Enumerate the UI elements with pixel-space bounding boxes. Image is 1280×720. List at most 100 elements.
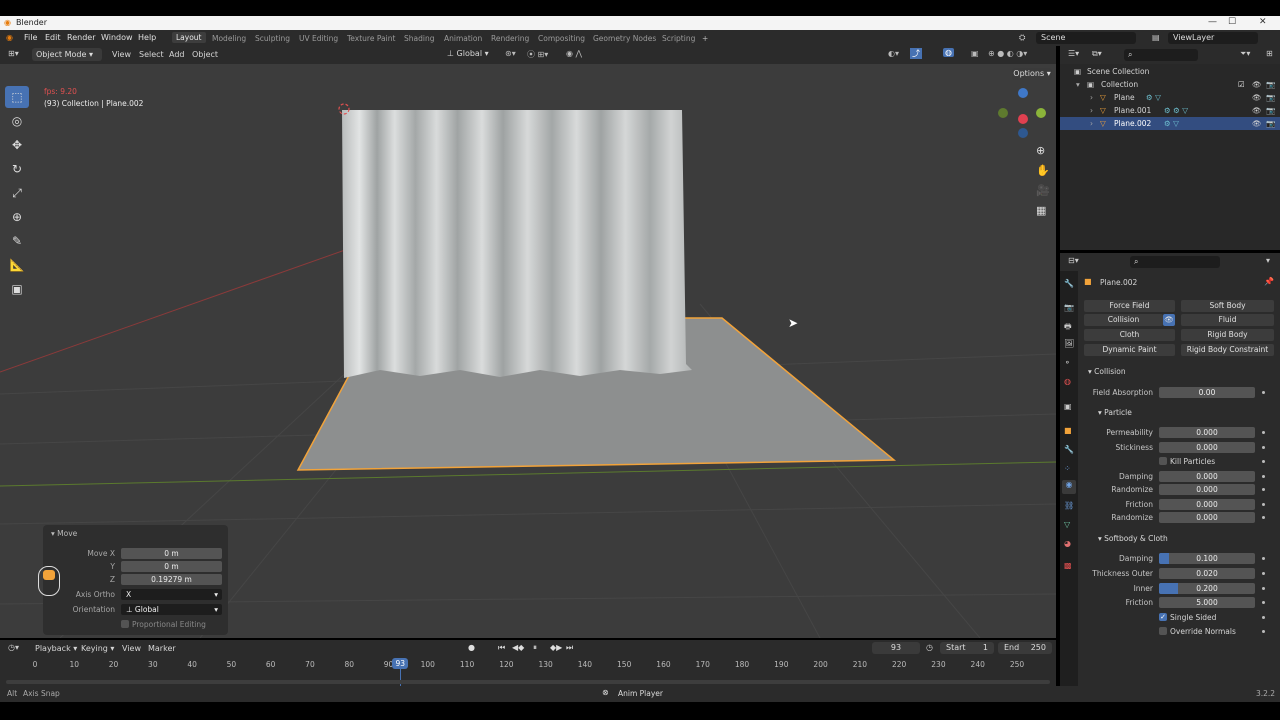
menu-window[interactable]: Window bbox=[101, 33, 133, 42]
curtain-cloth-object[interactable] bbox=[342, 110, 692, 378]
single-sided-checkbox[interactable]: ✓ bbox=[1159, 613, 1167, 621]
current-frame-field[interactable]: 93 bbox=[872, 642, 920, 654]
thickness-outer-keyframe-dot[interactable] bbox=[1262, 572, 1265, 575]
cloth-button[interactable]: Cloth bbox=[1084, 329, 1175, 341]
annotate-tool-icon[interactable]: ✎ bbox=[5, 230, 29, 252]
scene-selector[interactable]: Scene bbox=[1036, 32, 1136, 44]
collection-render-icon[interactable]: 📷 bbox=[1266, 78, 1275, 91]
outliner-editor-icon[interactable]: ☰▾ bbox=[1068, 49, 1079, 58]
measure-tool-icon[interactable]: 📐 bbox=[5, 254, 29, 276]
outliner-row-scene-collection[interactable]: ▣ Scene Collection bbox=[1060, 65, 1280, 78]
orientation-select[interactable]: ⊥ Global ▾ bbox=[121, 604, 222, 615]
particle-friction-keyframe-dot[interactable] bbox=[1262, 503, 1265, 506]
outliner-row-plane-002[interactable]: › ▽ Plane.002 ⚙ ▽ 👁 📷 bbox=[1060, 117, 1280, 130]
overlay-toggle-icon[interactable]: ◍ bbox=[943, 48, 954, 57]
particle-damping-field[interactable]: 0.000 bbox=[1159, 471, 1255, 482]
move-z-field[interactable]: 0.19279 m bbox=[121, 574, 222, 585]
gizmo-x-axis[interactable] bbox=[1018, 114, 1028, 124]
tool-tab-icon[interactable]: 🔧 bbox=[1064, 279, 1074, 288]
display-mode-icon[interactable]: ⧉▾ bbox=[1092, 49, 1102, 59]
friction-randomize-field[interactable]: 0.000 bbox=[1159, 512, 1255, 523]
tab-uv-editing[interactable]: UV Editing bbox=[299, 34, 338, 43]
kill-particles-checkbox[interactable] bbox=[1159, 457, 1167, 465]
move-tool-icon[interactable]: ✥ bbox=[5, 134, 29, 156]
collision-visibility-icon[interactable]: 👁 bbox=[1163, 314, 1175, 326]
world-tab-icon[interactable]: ◍ bbox=[1064, 377, 1071, 386]
add-cube-tool-icon[interactable]: ▣ bbox=[5, 278, 29, 300]
damping-randomize-field[interactable]: 0.000 bbox=[1159, 484, 1255, 495]
playhead[interactable]: 93 bbox=[392, 658, 409, 669]
scene-tab-icon[interactable]: ⚬ bbox=[1064, 358, 1071, 367]
editor-type-icon[interactable]: ⊞▾ bbox=[8, 49, 19, 58]
texture-tab-icon[interactable]: ▩ bbox=[1064, 561, 1072, 570]
damping-randomize-keyframe-dot[interactable] bbox=[1262, 488, 1265, 491]
particle-section-header[interactable]: ▾ Particle bbox=[1098, 408, 1132, 417]
proportional-editing-checkbox[interactable] bbox=[121, 620, 129, 628]
menu-help[interactable]: Help bbox=[138, 33, 156, 42]
timeline-marker-menu[interactable]: Marker bbox=[148, 644, 176, 653]
transform-orientation[interactable]: ⊥ Global ▾ bbox=[447, 49, 489, 58]
frame-ruler[interactable]: 0 10 20 30 40 50 60 70 80 90 100 110 120 130 140 150 160… bbox=[0, 656, 1056, 672]
add-workspace-button[interactable]: + bbox=[702, 34, 708, 43]
pin-icon[interactable]: 📌 bbox=[1264, 277, 1274, 286]
axis-ortho-select[interactable]: X ▾ bbox=[121, 589, 222, 600]
close-window-button[interactable]: ✕ bbox=[1259, 17, 1267, 27]
stickiness-keyframe-dot[interactable] bbox=[1262, 446, 1265, 449]
gizmo-neg-z-axis[interactable] bbox=[1018, 128, 1028, 138]
plane002-render-icon[interactable]: 📷 bbox=[1266, 117, 1275, 130]
tab-compositing[interactable]: Compositing bbox=[538, 34, 585, 43]
menu-render[interactable]: Render bbox=[67, 33, 95, 42]
jump-start-icon[interactable]: ⏮ bbox=[498, 643, 505, 653]
gizmo-toggle-icon[interactable]: ⤴ bbox=[910, 48, 922, 59]
stickiness-field[interactable]: 0.000 bbox=[1159, 442, 1255, 453]
view-layer-tab-icon[interactable]: 🖼 bbox=[1064, 339, 1074, 348]
tab-shading[interactable]: Shading bbox=[404, 34, 434, 43]
force-field-button[interactable]: Force Field bbox=[1084, 300, 1175, 312]
playback-menu[interactable]: Playback ▾ bbox=[35, 644, 77, 653]
menu-file[interactable]: File bbox=[24, 33, 37, 42]
anim-player-cancel-icon[interactable]: ⊗ bbox=[602, 688, 609, 697]
proportional-edit-icon[interactable]: ◉ ⋀ bbox=[566, 49, 582, 58]
menu-object[interactable]: Object bbox=[192, 50, 218, 59]
constraints-tab-icon[interactable]: ⛓ bbox=[1064, 501, 1074, 510]
friction-randomize-keyframe-dot[interactable] bbox=[1262, 516, 1265, 519]
field-absorption-field[interactable]: 0.00 bbox=[1159, 387, 1255, 398]
collection-visibility-icon[interactable]: 👁 bbox=[1252, 78, 1262, 91]
new-collection-icon[interactable]: ⊞ bbox=[1266, 49, 1273, 58]
record-icon[interactable]: ● bbox=[468, 643, 475, 652]
properties-options-icon[interactable]: ▾ bbox=[1266, 256, 1270, 265]
collection-checkbox-icon[interactable]: ☑ bbox=[1238, 78, 1245, 91]
pan-hand-icon[interactable]: ✋ bbox=[1036, 164, 1050, 177]
rigid-body-constraint-button[interactable]: Rigid Body Constraint bbox=[1181, 344, 1274, 356]
timeline[interactable]: 0 10 20 30 40 50 60 70 80 90 100 110 120 130 140 150 160… bbox=[0, 656, 1056, 686]
collision-section-header[interactable]: ▾ Collision bbox=[1088, 367, 1126, 376]
permeability-field[interactable]: 0.000 bbox=[1159, 427, 1255, 438]
select-box-tool-icon[interactable]: ⬚ bbox=[5, 86, 29, 108]
menu-view[interactable]: View bbox=[112, 50, 131, 59]
particle-damping-keyframe-dot[interactable] bbox=[1262, 475, 1265, 478]
move-x-field[interactable]: 0 m bbox=[121, 548, 222, 559]
zoom-icon[interactable]: ⊕ bbox=[1036, 144, 1045, 157]
timeline-view-menu[interactable]: View bbox=[122, 644, 141, 653]
scale-tool-icon[interactable]: ⤢ bbox=[5, 182, 29, 204]
tab-texture-paint[interactable]: Texture Paint bbox=[347, 34, 395, 43]
tab-layout[interactable]: Layout bbox=[172, 32, 206, 43]
override-normals-checkbox[interactable] bbox=[1159, 627, 1167, 635]
timeline-scrollbar[interactable] bbox=[6, 680, 1050, 684]
cursor-tool-icon[interactable]: ◎ bbox=[5, 110, 29, 132]
gizmo-z-axis[interactable] bbox=[1018, 88, 1028, 98]
gizmo-neg-y-axis[interactable] bbox=[998, 108, 1008, 118]
rigid-body-button[interactable]: Rigid Body bbox=[1181, 329, 1274, 341]
step-forward-icon[interactable]: ◆▶ bbox=[550, 643, 562, 652]
tab-rendering[interactable]: Rendering bbox=[491, 34, 529, 43]
keying-menu[interactable]: Keying ▾ bbox=[81, 644, 114, 653]
override-normals-keyframe-dot[interactable] bbox=[1262, 630, 1265, 633]
preview-range-icon[interactable]: ◷ bbox=[926, 643, 933, 652]
3d-viewport[interactable]: fps: 9.20 (93) Collection | Plane.002 Op… bbox=[0, 64, 1056, 638]
play-reverse-icon[interactable]: ◀◆ bbox=[512, 643, 524, 652]
plane001-visibility-icon[interactable]: 👁 bbox=[1252, 104, 1262, 117]
jump-end-icon[interactable]: ⏭ bbox=[566, 643, 573, 653]
object-tab-icon[interactable]: ■ bbox=[1064, 426, 1072, 435]
filter-icon[interactable]: ⏷▾ bbox=[1240, 49, 1250, 59]
pivot-icon[interactable]: ⊛▾ bbox=[505, 49, 516, 58]
